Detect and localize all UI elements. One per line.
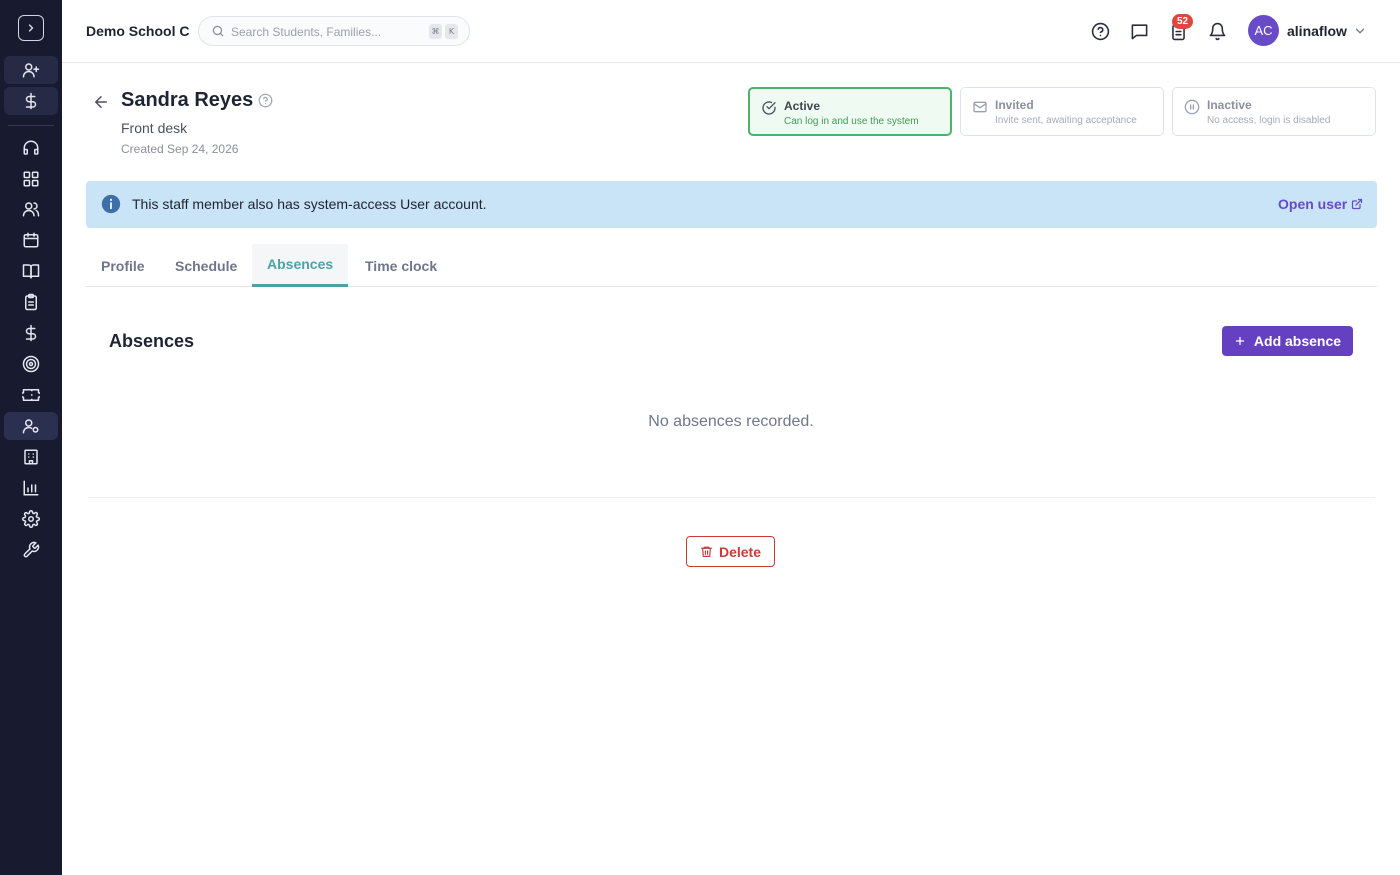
delete-label: Delete: [718, 543, 762, 560]
shortcut-key-k: K: [445, 24, 458, 39]
sidebar-item-courses[interactable]: [4, 257, 58, 285]
sidebar-item-students[interactable]: [4, 195, 58, 223]
add-absence-button[interactable]: Add absence: [1222, 326, 1353, 356]
sidebar: [0, 0, 62, 875]
tab-schedule[interactable]: Schedule: [160, 244, 252, 287]
pause-circle-icon: [1184, 99, 1200, 115]
status-option-active[interactable]: Active Can log in and use the system: [748, 87, 952, 136]
sidebar-item-tools[interactable]: [4, 536, 58, 564]
section-title: Absences: [109, 331, 195, 351]
wrench-icon: [23, 541, 40, 558]
divider: [88, 497, 1375, 498]
info-icon: [101, 194, 121, 214]
shortcut-key-cmd: ⌘: [429, 24, 442, 39]
notification-badge: 52: [1172, 14, 1193, 29]
tab-bar: Profile Schedule Absences Time clock: [86, 244, 1377, 287]
check-circle-icon: [762, 101, 776, 115]
chevron-down-icon[interactable]: [1353, 24, 1367, 38]
sidebar-item-billing[interactable]: [4, 319, 58, 347]
headset-icon: [23, 140, 39, 155]
page-title: Sandra Reyes: [121, 89, 254, 111]
username[interactable]: alinaflow: [1287, 23, 1347, 39]
message-icon: [1131, 23, 1147, 39]
open-user-label: Open user: [1278, 196, 1348, 212]
sidebar-item-reports[interactable]: [4, 474, 58, 502]
status-subtitle: Invite sent, awaiting acceptance: [995, 115, 1137, 126]
sidebar-item-add-user[interactable]: [4, 56, 58, 84]
sidebar-item-dashboard[interactable]: [4, 165, 58, 193]
search-input[interactable]: [231, 23, 421, 41]
search-icon: [212, 25, 224, 37]
arrow-left-icon: [95, 96, 107, 108]
ticket-icon: [22, 389, 40, 401]
dollar-icon: [25, 92, 37, 110]
empty-state-text: No absences recorded.: [648, 413, 814, 430]
back-button[interactable]: [92, 93, 110, 111]
info-banner: This staff member also has system-access…: [86, 181, 1377, 228]
status-title: Active: [784, 99, 821, 113]
chevron-right-icon: [28, 24, 34, 32]
status-subtitle: No access, login is disabled: [1207, 115, 1331, 126]
sidebar-item-support[interactable]: [4, 134, 58, 162]
calendar-icon: [23, 232, 39, 248]
status-title: Invited: [995, 98, 1034, 112]
notifications-button[interactable]: [1207, 21, 1227, 41]
sidebar-item-locations[interactable]: [4, 443, 58, 471]
tab-time-clock[interactable]: Time clock: [350, 244, 452, 287]
topbar: Demo School C ⌘ K 52 AC alinaflow: [62, 0, 1400, 63]
users-icon: [22, 202, 40, 217]
tab-absences[interactable]: Absences: [252, 244, 349, 287]
sidebar-item-events[interactable]: [4, 381, 58, 409]
dashboard-icon: [23, 171, 39, 187]
add-absence-label: Add absence: [1253, 333, 1342, 349]
created-date: Created Sep 24, 2026: [121, 142, 239, 156]
bar-chart-icon: [23, 480, 39, 496]
status-option-invited[interactable]: Invited Invite sent, awaiting acceptance: [960, 87, 1164, 136]
status-option-inactive[interactable]: Inactive No access, login is disabled: [1172, 87, 1376, 136]
status-title: Inactive: [1207, 98, 1252, 112]
target-icon: [22, 355, 40, 373]
trash-icon: [701, 546, 712, 557]
clipboard-icon: [25, 293, 37, 311]
sidebar-divider: [8, 125, 54, 126]
external-link-icon: [1352, 198, 1363, 210]
avatar[interactable]: AC: [1248, 15, 1279, 46]
sidebar-item-billing-quick[interactable]: [4, 87, 58, 115]
search-box[interactable]: ⌘ K: [198, 16, 470, 46]
status-subtitle: Can log in and use the system: [784, 116, 919, 127]
sidebar-item-calendar[interactable]: [4, 226, 58, 254]
dollar-icon: [25, 324, 37, 342]
sidebar-item-goals[interactable]: [4, 350, 58, 378]
banner-text: This staff member also has system-access…: [132, 196, 487, 212]
user-plus-icon: [22, 63, 40, 78]
school-name: Demo School C: [86, 23, 190, 39]
plus-icon: [1235, 336, 1245, 346]
tab-profile[interactable]: Profile: [86, 244, 160, 287]
book-icon: [22, 264, 40, 279]
mail-icon: [973, 101, 987, 113]
help-circle-icon: [1091, 22, 1109, 40]
help-circle-icon[interactable]: [258, 93, 273, 108]
help-button[interactable]: [1090, 21, 1110, 41]
sidebar-item-attendance[interactable]: [4, 288, 58, 316]
bell-icon: [1209, 22, 1225, 40]
sidebar-expand-button[interactable]: [18, 15, 44, 41]
open-user-link[interactable]: Open user: [1278, 196, 1363, 212]
staff-role: Front desk: [121, 120, 188, 136]
messages-button[interactable]: [1129, 21, 1149, 41]
gear-icon: [22, 510, 40, 528]
sidebar-item-settings[interactable]: [4, 505, 58, 533]
delete-button[interactable]: Delete: [686, 536, 775, 567]
building-icon: [24, 449, 38, 465]
